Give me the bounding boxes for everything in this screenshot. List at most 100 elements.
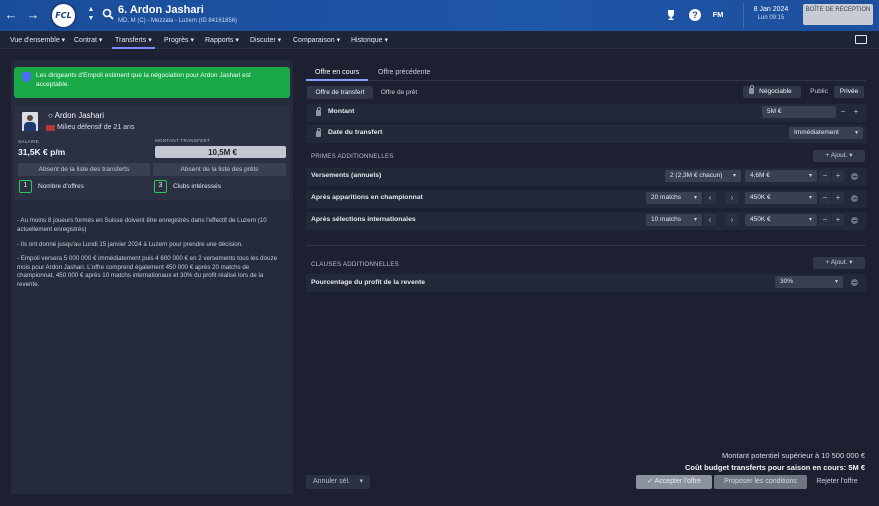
lock-icon — [749, 85, 755, 94]
add-clause-button[interactable]: + Ajout. ▾ — [813, 257, 865, 269]
menu-discuter[interactable]: Discuter ▾ — [250, 36, 281, 44]
cancel-selection-button[interactable]: Annuler sél. ▾ — [306, 475, 370, 489]
note-item: - Au moins 8 joueurs formés en Suisse do… — [17, 217, 267, 233]
player-switcher-icon[interactable]: ▲ ▼ — [86, 5, 96, 23]
visibility-public[interactable]: Public — [806, 86, 832, 98]
chevron-right-icon[interactable]: › — [726, 192, 738, 204]
negotiable-toggle[interactable]: Négociable — [743, 85, 801, 98]
accept-offer-button[interactable]: ✓ Accepter l'offre — [636, 475, 712, 489]
fm-icon[interactable]: FM — [711, 9, 725, 21]
arrow-right-icon[interactable]: → — [25, 7, 41, 23]
visibility-private[interactable]: Privée — [834, 86, 864, 98]
clauses-title: CLAUSES ADDITIONNELLES — [311, 261, 399, 268]
section-divider — [306, 245, 866, 246]
chevron-right-icon[interactable]: › — [726, 214, 738, 226]
salary-label: SALAIRE — [18, 139, 40, 144]
bonuses-title: PRIMES ADDITIONNELLES — [311, 153, 394, 160]
potential-amount: Montant potentiel supérieur à 10 500 000… — [721, 451, 865, 460]
current-time: Lun 09:15 — [757, 15, 785, 21]
help-icon[interactable]: ? — [689, 9, 701, 21]
menu-comparaison[interactable]: Comparaison ▾ — [293, 36, 340, 44]
screen-icon[interactable] — [855, 35, 867, 44]
player-subtitle: MD, M (C) - Mezzala - Luzern (ID 8416185… — [118, 18, 238, 24]
league-apps-select[interactable]: 20 matchs ▾ — [646, 192, 702, 204]
menu-historique[interactable]: Historique ▾ — [351, 36, 388, 44]
menu-contrat[interactable]: Contrat ▾ — [74, 36, 102, 44]
reject-offer-button[interactable]: Rejeter l'offre — [809, 475, 865, 489]
player-position: Milieu défensif de 21 ans — [57, 124, 135, 131]
budget-cost: Coût budget transferts pour saison en co… — [684, 463, 865, 472]
transfer-value-label: MONTANT TRANSFERT — [155, 138, 211, 143]
note-item: - Empoli versera 5 000 000 € immédiateme… — [17, 255, 278, 288]
bonus-label: Après sélections internationales — [311, 216, 416, 223]
bonus-label: Après apparitions en championnat — [311, 194, 423, 201]
remove-icon[interactable] — [851, 173, 858, 180]
remove-icon[interactable] — [851, 217, 858, 224]
offers-count: 1 — [19, 180, 32, 193]
menu-vue-ensemble[interactable]: Vue d'ensemble ▾ — [10, 36, 65, 44]
loan-list-button[interactable]: Absent de la liste des prêts — [153, 163, 286, 176]
propose-conditions-button[interactable]: Proposer les conditions — [714, 475, 807, 489]
intl-caps-select[interactable]: 10 matchs ▾ — [646, 214, 702, 226]
amount-input[interactable]: 5M € — [762, 106, 836, 118]
lock-icon — [316, 107, 321, 116]
decrease-button[interactable]: − — [819, 214, 831, 226]
inbox-button[interactable]: BOÎTE DE RÉCEPTION — [803, 4, 873, 25]
tab-indicator — [306, 79, 368, 81]
note-item: - Ils ont donné jusqu'au Lundi 15 janvie… — [17, 241, 243, 248]
increase-button[interactable]: + — [832, 192, 844, 204]
subtab-transfert[interactable]: Offre de transfert — [307, 86, 373, 99]
notes-panel: - Au moins 8 joueurs formés en Suisse do… — [14, 208, 290, 494]
increase-button[interactable]: + — [832, 214, 844, 226]
date-display[interactable]: 8 Jan 2024 Lun 09:15 — [743, 3, 798, 28]
chevron-left-icon[interactable]: ‹ — [704, 192, 716, 204]
transfer-list-button[interactable]: Absent de la liste des transferts — [18, 163, 150, 176]
date-select[interactable]: Immédiatement ▾ — [789, 127, 863, 139]
decrease-button[interactable]: − — [837, 106, 849, 118]
arrow-left-icon[interactable]: ← — [3, 7, 19, 23]
league-apps-value[interactable]: 450K € ▾ — [745, 192, 817, 204]
menu-transferts[interactable]: Transferts ▾ — [112, 36, 155, 49]
player-title: 6. Ardon Jashari — [118, 4, 204, 16]
chevron-left-icon[interactable]: ‹ — [704, 214, 716, 226]
player-name[interactable]: ○ Ardon Jashari — [48, 111, 104, 120]
player-salary: 31,5K € p/m — [18, 147, 66, 157]
date-label: Date du transfert — [328, 129, 383, 136]
decrease-button[interactable]: − — [819, 170, 831, 182]
date-row — [306, 125, 866, 143]
trophy-icon[interactable] — [665, 9, 677, 21]
flag-icon — [46, 125, 55, 131]
clubs-label: Clubs intéressés — [173, 183, 222, 190]
transfer-value: 10,5M € — [208, 147, 237, 157]
installments-value[interactable]: 4,6M € ▾ — [745, 170, 817, 182]
current-date: 8 Jan 2024 — [753, 6, 789, 13]
club-crest[interactable]: FCL — [50, 2, 77, 29]
clause-label: Pourcentage du profit de la revente — [311, 279, 426, 286]
decrease-button[interactable]: − — [819, 192, 831, 204]
increase-button[interactable]: + — [850, 106, 862, 118]
search-icon[interactable] — [102, 8, 114, 20]
amount-label: Montant — [328, 108, 355, 115]
remove-icon[interactable] — [851, 279, 858, 286]
offers-label: Nombre d'offres — [38, 183, 84, 190]
menu-rapports[interactable]: Rapports ▾ — [205, 36, 239, 44]
clubs-count: 3 — [154, 180, 167, 193]
top-bar: ← → FCL ▲ ▼ 6. Ardon Jashari MD, M (C) - … — [0, 0, 879, 31]
sell-on-select[interactable]: 30% ▾ — [775, 276, 843, 288]
subtab-pret[interactable]: Offre de prêt — [374, 86, 424, 99]
tab-offre-en-cours[interactable]: Offre en cours — [315, 69, 359, 76]
installments-select[interactable]: 2 (2,3M € chacun) ▾ — [665, 170, 741, 182]
tab-divider — [306, 80, 866, 81]
increase-button[interactable]: + — [832, 170, 844, 182]
remove-icon[interactable] — [851, 195, 858, 202]
add-bonus-button[interactable]: + Ajout. ▾ — [813, 150, 865, 162]
menu-progres[interactable]: Progrès ▾ — [164, 36, 194, 44]
bonus-label: Versements (annuels) — [311, 172, 382, 179]
negotiation-alert: Les dirigeants d'Empoli estiment que la … — [14, 67, 290, 98]
menu-bar: Vue d'ensemble ▾ Contrat ▾ Transferts ▾ … — [0, 31, 879, 49]
intl-caps-value[interactable]: 450K € ▾ — [745, 214, 817, 226]
shield-icon — [22, 72, 31, 82]
player-photo[interactable] — [22, 112, 38, 131]
transfer-value-bar: 10,5M € — [155, 146, 286, 158]
tab-offre-precedente[interactable]: Offre précédente — [378, 69, 430, 76]
